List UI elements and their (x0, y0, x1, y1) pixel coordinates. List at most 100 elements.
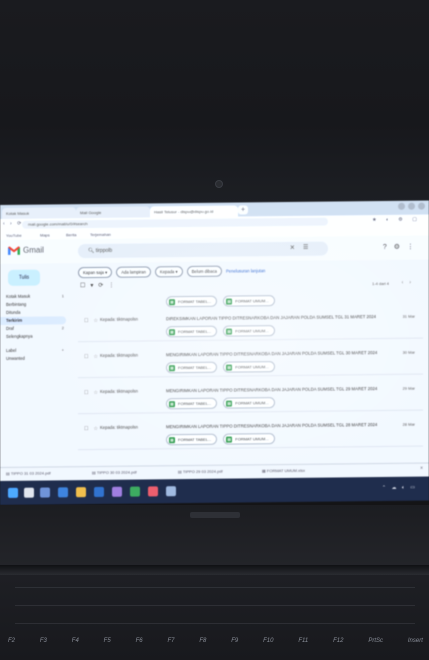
function-key[interactable]: F5 (104, 638, 111, 644)
advanced-search-link[interactable]: Penelusuran lanjutan (226, 268, 265, 273)
function-key[interactable]: F10 (263, 638, 273, 644)
function-key[interactable]: F8 (199, 638, 206, 644)
download-name: TIPPO 31 03 2024.pdf (10, 470, 51, 476)
function-key[interactable]: F3 (40, 638, 47, 644)
folder-icon[interactable] (76, 487, 86, 498)
attachment-chip[interactable]: ▦ FORMAT UMUM... (223, 325, 275, 337)
function-key[interactable]: Insert (408, 638, 423, 644)
minimize-button[interactable] (398, 202, 405, 210)
email-list: ☐☆ Kepada: tiktmapolsn DIREKSIMKAN LAPOR… (78, 302, 423, 451)
system-tray[interactable]: ⌃ ☁ 🔈︎ ▭ (382, 485, 417, 491)
select-all-checkbox[interactable]: ☐ (80, 283, 90, 289)
function-key[interactable]: F11 (298, 638, 308, 644)
gear-icon[interactable]: ⚙ (394, 244, 407, 251)
function-key-row: F2 F3 F4 F5 F6 F7 F8 F9 F10 F11 F12 PrtS… (8, 638, 423, 644)
attachment-name: FORMAT TABEL... (178, 400, 212, 407)
download-item[interactable]: ▤ TIPPO 30 03 2024.pdf (92, 470, 137, 475)
search-taskbar-icon[interactable] (24, 487, 34, 498)
function-key[interactable]: F4 (72, 638, 79, 644)
sheet-file-icon: ▦ (169, 436, 175, 443)
attachment-chip[interactable]: ▦ FORMAT TABEL... (166, 397, 218, 410)
sidebar-item-more[interactable]: Selengkapnya (0, 332, 72, 341)
download-item[interactable]: ▤ TIPPO 31 03 2024.pdf (6, 470, 51, 475)
download-item[interactable]: ▤ TIPPO 29 03 2024.pdf (178, 469, 223, 474)
bookmark-youtube[interactable]: YouTube (6, 233, 22, 238)
extension-icons[interactable]: ★ ◐ ⚙ ▢ (372, 217, 421, 224)
bookmark-news[interactable]: Berita (66, 232, 76, 237)
attachment-chip[interactable]: ▦ FORMAT UMUM... (223, 361, 275, 373)
sidebar-item-count: 2 (61, 325, 64, 331)
app-icon[interactable] (148, 486, 158, 497)
sidebar-item-label: Selengkapnya (6, 333, 33, 339)
close-window-button[interactable] (418, 202, 425, 210)
function-key[interactable]: PrtSc (368, 638, 383, 644)
sidebar-item-label: Terkirim (6, 317, 23, 323)
maximize-button[interactable] (408, 202, 415, 210)
sidebar: Kotak Masuk 1 Berbintang Ditunda Terkirim… (0, 292, 72, 363)
search-filter-chips: Kapan saja ▾ Ada lampiran Kepada ▾ Belum… (78, 265, 265, 279)
chevron-right-icon[interactable]: › (409, 280, 417, 286)
chip-to[interactable]: Kepada ▾ (154, 266, 183, 278)
sidebar-item-label: Ditunda (6, 309, 21, 315)
email-row[interactable]: ☐☆ Kepada: tiktmapolsn MENGIRIMKAN LAPOR… (78, 338, 423, 379)
compose-button[interactable]: Tulis (8, 269, 40, 286)
sheet-file-icon: ▦ (226, 298, 233, 305)
help-icon[interactable]: ? (383, 244, 394, 251)
refresh-icon[interactable]: ⟳ (98, 283, 108, 289)
function-key[interactable]: F12 (333, 638, 343, 644)
download-name: TIPPO 29 03 2024.pdf (182, 468, 223, 475)
bookmark-translate[interactable]: Terjemahan (90, 232, 111, 237)
laptop-bezel-top (0, 0, 429, 205)
email-time: 30 Mar (402, 349, 415, 355)
sidebar-item-label: Draf (6, 325, 14, 331)
add-label-icon[interactable]: + (62, 346, 64, 354)
edge-icon[interactable] (58, 487, 68, 498)
function-key[interactable]: F9 (231, 638, 238, 644)
new-tab-button[interactable]: + (238, 205, 248, 215)
chip-unread[interactable]: Belum dibaca (186, 265, 222, 278)
search-options-icon[interactable]: ☰ (303, 244, 308, 251)
function-key[interactable]: F6 (136, 638, 143, 644)
bookmark-maps[interactable]: Maps (40, 232, 50, 237)
start-icon[interactable] (8, 487, 18, 498)
nav-arrows-icon[interactable]: ‹ › ⟳ (3, 221, 23, 227)
attachment-chip[interactable]: ▦ FORMAT TABEL... (166, 433, 218, 446)
email-subject: MENGIRIMKAN LAPORAN TIPPO DITRESNARKOBA … (166, 422, 378, 430)
attachment-chip[interactable]: ▦ FORMAT UMUM... (223, 397, 275, 409)
email-row[interactable]: ☐☆ Kepada: tiktmapolsn MENGIRIMKAN LAPOR… (78, 410, 423, 451)
task-view-icon[interactable] (40, 487, 50, 498)
word-icon[interactable] (94, 486, 104, 498)
gmail-logo[interactable]: Gmail (8, 246, 44, 255)
app-icon[interactable] (112, 486, 122, 497)
attachment-chip[interactable]: ▦ FORMAT TABEL... (166, 361, 218, 374)
function-key[interactable]: F7 (167, 638, 174, 644)
function-key[interactable]: F2 (8, 638, 15, 644)
attachment-group: ▦ FORMAT TABEL... ▦ FORMAT UMUM... (166, 433, 275, 446)
search-icon: 🔍︎ (88, 247, 96, 255)
laptop-hinge (0, 565, 429, 575)
email-row[interactable]: ☐☆ Kepada: tiktmapolsn MENGIRIMKAN LAPOR… (78, 374, 423, 415)
laptop-screen: Kotak Masuk Mail Google Hasil Telusur - … (0, 200, 429, 505)
clear-search-icon[interactable]: × (290, 243, 295, 252)
sidebar-item-unwanted[interactable]: Unwanted (0, 354, 72, 363)
chrome-icon[interactable] (130, 486, 140, 497)
download-item[interactable]: ▦ FORMAT UMUM.xlsx (262, 468, 305, 473)
email-row[interactable]: ☐☆ Kepada: tiktmapolsn DIREKSIMKAN LAPOR… (78, 302, 423, 343)
apps-icon[interactable]: ⋮ (407, 244, 421, 251)
chip-has-attachment[interactable]: Ada lampiran (116, 266, 151, 278)
chip-any-time[interactable]: Kapan saja ▾ (78, 266, 113, 279)
laptop-keyboard (0, 575, 429, 660)
email-sender: Kepada: tiktmapolsn (100, 388, 138, 394)
more-vert-icon[interactable]: ⋮ (108, 283, 119, 289)
browser-tab[interactable]: Kotak Masuk (2, 207, 76, 219)
attachment-chip[interactable]: ▦ FORMAT UMUM... (223, 433, 275, 445)
app-icon[interactable] (166, 486, 176, 497)
attachment-chip[interactable]: ▦ FORMAT TABEL... (166, 325, 218, 338)
sheet-file-icon: ▦ (226, 400, 233, 407)
browser-tab[interactable]: Mail Google (76, 206, 150, 219)
email-time: 31 Mar (402, 313, 415, 319)
tab-label: Mail Google (80, 209, 102, 216)
close-icon[interactable]: × (420, 466, 423, 472)
laptop-brand-plate (190, 512, 240, 518)
sidebar-item-label: Label (6, 347, 17, 353)
